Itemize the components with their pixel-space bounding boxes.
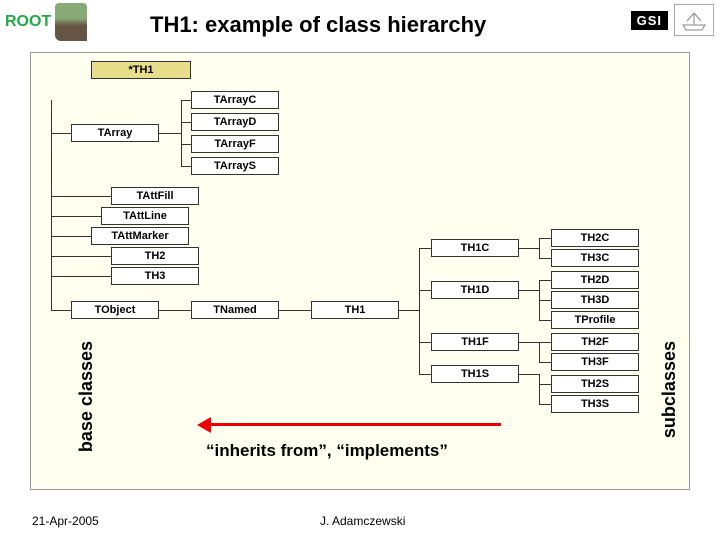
line (51, 133, 71, 134)
line (539, 362, 551, 363)
line (539, 238, 540, 259)
line (539, 404, 551, 405)
line (539, 300, 551, 301)
box-tarrayc: TArrayC (191, 91, 279, 109)
line (539, 238, 551, 239)
line (419, 374, 431, 375)
label-base-classes: base classes (76, 341, 97, 452)
line (519, 248, 539, 249)
box-th3f: TH3F (551, 353, 639, 371)
box-th1s: TH1S (431, 365, 519, 383)
line (51, 276, 111, 277)
box-tobject: TObject (71, 301, 159, 319)
line (539, 342, 540, 363)
line (159, 133, 181, 134)
line (419, 248, 420, 374)
line (159, 310, 191, 311)
line (539, 342, 551, 343)
box-tnamed: TNamed (191, 301, 279, 319)
box-th2s: TH2S (551, 375, 639, 393)
box-tarrayd: TArrayD (191, 113, 279, 131)
box-th2f: TH2F (551, 333, 639, 351)
footer-date: 21-Apr-2005 (32, 514, 99, 528)
box-th2: TH2 (111, 247, 199, 265)
line (519, 290, 539, 291)
box-tattline: TAttLine (101, 207, 189, 225)
box-th2c: TH2C (551, 229, 639, 247)
line (519, 342, 539, 343)
box-th1d: TH1D (431, 281, 519, 299)
line (51, 256, 111, 257)
box-th1-top: *TH1 (91, 61, 191, 79)
line (519, 374, 539, 375)
line (399, 310, 419, 311)
box-th2d: TH2D (551, 271, 639, 289)
line (51, 100, 52, 311)
line (539, 320, 551, 321)
line (51, 310, 71, 311)
box-th1-mid: TH1 (311, 301, 399, 319)
line (279, 310, 311, 311)
footer-author: J. Adamczewski (320, 514, 405, 528)
label-inherits: “inherits from”, “implements” (206, 441, 448, 461)
line (181, 100, 182, 166)
page-title: TH1: example of class hierarchy (150, 12, 486, 38)
line (419, 290, 431, 291)
box-th3: TH3 (111, 267, 199, 285)
line (51, 216, 101, 217)
page-header: ROOT TH1: example of class hierarchy GSI (0, 0, 720, 50)
arrow-inherits-icon (201, 423, 501, 426)
line (419, 248, 431, 249)
line (539, 258, 551, 259)
line (51, 196, 111, 197)
line (539, 374, 540, 405)
box-tarrays: TArrayS (191, 157, 279, 175)
diagram-frame: *TH1 TArrayC TArrayD TArrayF TArrayS TAr… (30, 52, 690, 490)
box-tattfill: TAttFill (111, 187, 199, 205)
box-tarrayf: TArrayF (191, 135, 279, 153)
root-logo-icon (55, 3, 87, 41)
line (539, 384, 551, 385)
box-th3s: TH3S (551, 395, 639, 413)
box-th3c: TH3C (551, 249, 639, 267)
line (181, 166, 191, 167)
line (539, 280, 551, 281)
line (419, 342, 431, 343)
line (181, 144, 191, 145)
root-logo: ROOT (5, 3, 87, 41)
gsi-logo-text: GSI (631, 11, 668, 30)
box-th1c: TH1C (431, 239, 519, 257)
label-subclasses: subclasses (659, 341, 680, 438)
line (181, 100, 191, 101)
box-th1f: TH1F (431, 333, 519, 351)
line (51, 236, 91, 237)
ship-icon (674, 4, 714, 36)
root-logo-text: ROOT (5, 13, 51, 31)
line (181, 122, 191, 123)
gsi-logo-group: GSI (631, 4, 714, 36)
box-th3d: TH3D (551, 291, 639, 309)
box-tattmarker: TAttMarker (91, 227, 189, 245)
box-tarray: TArray (71, 124, 159, 142)
box-tprofile: TProfile (551, 311, 639, 329)
